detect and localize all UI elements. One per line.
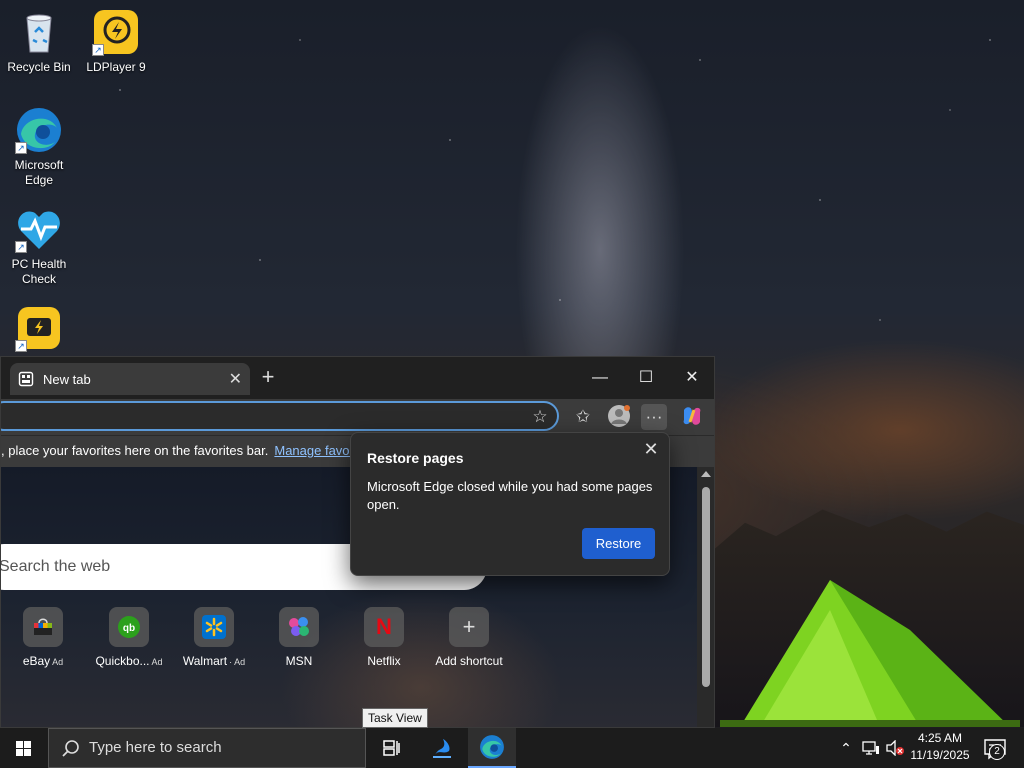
swan-app-icon — [433, 739, 451, 758]
windows-logo-icon — [16, 741, 32, 757]
dialog-title: Restore pages — [367, 450, 464, 466]
minimize-icon[interactable]: — — [577, 363, 623, 393]
desktop-icon-pc-health-check[interactable]: ↗ PC Health Check — [1, 205, 77, 287]
page-scrollbar[interactable] — [697, 467, 714, 727]
profile-avatar-icon[interactable] — [606, 404, 632, 430]
scroll-up-icon[interactable] — [701, 471, 711, 477]
taskbar-app-edge[interactable] — [468, 728, 516, 768]
ad-label: Ad — [52, 657, 64, 667]
task-view-button[interactable] — [368, 728, 416, 768]
tab-title: New tab — [43, 371, 91, 387]
quickbooks-icon: qb — [109, 607, 149, 647]
restore-pages-dialog: Restore pages ✕ Microsoft Edge closed wh… — [350, 432, 670, 576]
maximize-icon[interactable]: ☐ — [623, 363, 669, 393]
favorites-bar-text: , place your favorites here on the favor… — [1, 443, 269, 458]
shortcut-label: MSN — [285, 654, 313, 668]
edge-icon — [480, 735, 504, 759]
notification-center-button[interactable]: 2 — [976, 728, 1016, 768]
shortcut-walmart[interactable]: Walmart · Ad — [174, 607, 254, 668]
more-options-icon[interactable]: ··· — [641, 404, 667, 430]
shortcut-arrow-icon: ↗ — [92, 44, 104, 56]
shortcut-label: Quickbo... — [95, 654, 150, 668]
volume-muted-icon[interactable] — [884, 728, 906, 768]
browser-toolbar: ☆ ✩ ··· — [1, 399, 714, 435]
walmart-icon — [194, 607, 234, 647]
start-button[interactable] — [0, 728, 48, 768]
desktop-icon-ldplayer[interactable]: ↗ LDPlayer 9 — [78, 8, 154, 75]
edge-icon: ↗ — [15, 106, 63, 154]
clock-date: 11/19/2025 — [910, 748, 970, 762]
shortcut-label: eBay — [22, 654, 51, 668]
new-tab-page-icon — [18, 371, 34, 387]
svg-text:qb: qb — [123, 623, 135, 634]
ad-label: · Ad — [229, 657, 246, 667]
ldmultiplayer-icon: ↗ — [15, 304, 63, 352]
taskbar-search-placeholder: Type here to search — [89, 739, 222, 756]
msn-icon — [279, 607, 319, 647]
task-view-icon — [383, 740, 400, 756]
shortcut-msn[interactable]: MSN — [259, 607, 339, 668]
clock-time: 4:25 AM — [917, 731, 963, 745]
scroll-thumb[interactable] — [702, 487, 710, 687]
notification-count-badge: 2 — [989, 744, 1005, 760]
desktop-icon-label: LDPlayer 9 — [86, 60, 146, 74]
shortcut-netflix[interactable]: N Netflix — [344, 607, 424, 668]
shortcut-label: Netflix — [367, 654, 401, 668]
shortcut-arrow-icon: ↗ — [15, 340, 27, 352]
shortcut-ebay[interactable]: eBay Ad — [3, 607, 83, 668]
taskbar: Type here to search ⌃ 4:25 AM 11/19/2025… — [0, 728, 1024, 768]
dialog-close-icon[interactable]: ✕ — [641, 439, 661, 459]
taskbar-app-swan[interactable] — [418, 728, 466, 768]
system-clock[interactable]: 4:25 AM 11/19/2025 — [905, 730, 975, 764]
plus-icon: + — [449, 607, 489, 647]
network-icon[interactable] — [860, 728, 882, 768]
new-tab-plus-icon[interactable]: + — [257, 365, 279, 391]
tab-bar: New tab ✕ + — ☐ ✕ — [1, 357, 714, 399]
shortcut-label: Add shortcut — [435, 654, 503, 668]
search-icon — [62, 740, 79, 757]
dialog-message: Microsoft Edge closed while you had some… — [367, 479, 653, 512]
close-window-icon[interactable]: ✕ — [669, 363, 714, 393]
shortcut-label: Walmart — [182, 654, 228, 668]
ldplayer-icon: ↗ — [92, 8, 140, 56]
task-view-tooltip: Task View — [362, 708, 428, 728]
shortcut-arrow-icon: ↗ — [15, 142, 27, 154]
desktop-icon-label: Recycle Bin — [7, 60, 71, 74]
netflix-icon: N — [364, 607, 404, 647]
tab-new-tab[interactable]: New tab ✕ — [10, 363, 250, 395]
copilot-icon[interactable] — [679, 404, 705, 430]
desktop-icon-label: PC Health Check — [11, 257, 67, 286]
shortcut-quickbooks[interactable]: qb Quickbo... Ad — [89, 607, 169, 668]
shortcut-add[interactable]: + Add shortcut — [429, 607, 509, 668]
desktop-icon-edge[interactable]: ↗ Microsoft Edge — [1, 106, 77, 188]
address-bar[interactable] — [1, 401, 559, 431]
recycle-bin-icon — [15, 8, 63, 56]
tab-close-icon[interactable]: ✕ — [229, 369, 242, 389]
favorites-list-icon[interactable]: ✩ — [570, 404, 596, 430]
ad-label: Ad — [151, 657, 163, 667]
desktop-icon-label: Microsoft Edge — [14, 158, 64, 187]
desktop-icon-ldmultiplayer[interactable]: ↗ — [1, 304, 77, 356]
chevron-up-icon[interactable]: ⌃ — [836, 728, 856, 768]
taskbar-search-box[interactable]: Type here to search — [48, 728, 366, 768]
shortcut-arrow-icon: ↗ — [15, 241, 27, 253]
wallpaper-tent — [720, 580, 1020, 727]
favorite-star-icon[interactable]: ☆ — [527, 404, 553, 430]
desktop-icon-recycle-bin[interactable]: Recycle Bin — [1, 8, 77, 75]
ebay-icon — [23, 607, 63, 647]
restore-button[interactable]: Restore — [582, 528, 655, 559]
pc-health-check-icon: ↗ — [15, 205, 63, 253]
